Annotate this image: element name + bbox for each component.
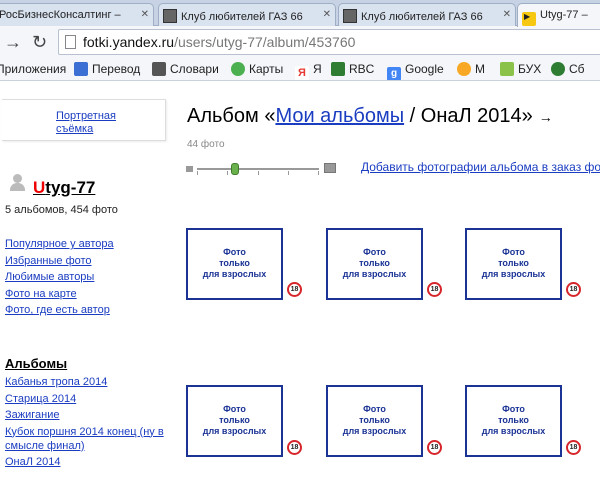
adult-content-text: Фото только для взрослых [342,247,407,279]
photo-thumbnail[interactable]: Фото только для взрослых [326,228,423,300]
link-favorites[interactable]: Избранные фото [5,253,114,270]
tab-gaz66-2[interactable]: Клуб любителей ГАЗ 66 ✕ [338,3,516,26]
tab-title: Utyg-77 – [540,9,588,21]
tab-strip: РосБизнесКонсалтинг – ✕ Клуб любителей Г… [0,0,600,27]
bookmark-maps[interactable]: Карты [231,62,283,76]
url-text: fotki.yandex.ru/users/utyg-77/album/4537… [83,34,356,50]
bookmark-dictionaries[interactable]: Словари [152,62,219,76]
age-18-badge: 18 [287,440,302,455]
albums-heading-link[interactable]: Альбомы [5,356,67,371]
album-link[interactable]: Старица 2014 [5,392,175,406]
album-link[interactable]: Зажигание [5,408,175,422]
large-image-icon [324,163,336,173]
tab-gaz66-1[interactable]: Клуб любителей ГАЗ 66 ✕ [158,3,336,26]
promo-banner: Портретная съёмка [2,99,166,141]
bookmark-buh[interactable]: БУХ [500,62,541,76]
tab-title: Клуб любителей ГАЗ 66 [361,11,483,23]
browser-toolbar: → ↻ fotki.yandex.ru/users/utyg-77/album/… [0,26,600,58]
album-link[interactable]: Кабанья тропа 2014 [5,375,175,389]
page-icon [65,35,76,49]
age-18-badge: 18 [427,440,442,455]
photo-thumbnail[interactable]: Фото только для взрослых [186,385,283,457]
translate-icon [74,62,88,76]
page-content: Портретная съёмка Utyg-77 5 альбомов, 45… [0,82,600,484]
photo-thumbnail[interactable]: Фото только для взрослых [465,228,562,300]
album-list: Кабанья тропа 2014 Старица 2014 Зажигани… [5,375,175,472]
sber-icon [551,62,565,76]
album-link[interactable]: Кубок поршня 2014 конец (ну в смысле фин… [5,425,175,453]
age-18-badge: 18 [566,282,581,297]
my-albums-link[interactable]: Мои альбомы [275,105,404,127]
back-icon[interactable]: → [4,32,22,52]
yandex-icon: Я [295,66,309,80]
photo-count: 44 фото [187,139,225,150]
rbc-icon [331,62,345,76]
thumbnail-size-slider[interactable] [186,160,336,178]
photo-thumbnail[interactable]: Фото только для взрослых [326,385,423,457]
age-18-badge: 18 [427,282,442,297]
tab-title: Клуб любителей ГАЗ 66 [181,11,303,23]
link-photos-on-map[interactable]: Фото на карте [5,286,114,303]
adult-content-text: Фото только для взрослых [481,404,546,436]
next-arrow-icon[interactable]: → [539,109,553,125]
address-bar[interactable]: fotki.yandex.ru/users/utyg-77/album/4537… [58,29,600,55]
author-links: Популярное у автора Избранные фото Любим… [5,236,114,319]
tab-title: РосБизнесКонсалтинг – [0,9,121,21]
add-photos-to-order-link[interactable]: Добавить фотографии альбома в заказ фото [361,160,600,174]
age-18-badge: 18 [287,282,302,297]
user-icon [10,174,25,192]
bookmark-sber[interactable]: Сб [551,62,585,76]
adult-content-text: Фото только для взрослых [202,404,267,436]
bookmark-rbc[interactable]: RBC [331,62,374,76]
bookmark-translate[interactable]: Перевод [74,62,140,76]
bookmarks-bar: Приложения Перевод Словари Карты ЯЯ RBC … [0,58,600,81]
forum-icon [163,9,177,23]
adult-content-text: Фото только для взрослых [342,404,407,436]
buh-icon [500,62,514,76]
google-icon: g [387,67,401,80]
bookmark-apps[interactable]: Приложения [0,62,66,76]
small-image-icon [186,166,193,172]
link-photos-with-author[interactable]: Фото, где есть автор [5,302,114,319]
dictionary-icon [152,62,166,76]
link-favorite-authors[interactable]: Любимые авторы [5,269,114,286]
photo-thumbnail[interactable]: Фото только для взрослых [186,228,283,300]
album-link[interactable]: ОнаЛ 2014 [5,455,175,469]
age-18-badge: 18 [566,440,581,455]
adult-content-text: Фото только для взрослых [481,247,546,279]
reload-icon[interactable]: ↻ [32,32,47,52]
yandex-fotki-icon [522,12,536,26]
slider-track[interactable] [197,168,319,170]
tab-rbc[interactable]: РосБизнесКонсалтинг – ✕ [0,3,154,26]
promo-link[interactable]: Портретная съёмка [56,110,146,136]
close-icon[interactable]: ✕ [323,9,331,20]
close-icon[interactable]: ✕ [141,9,149,20]
close-icon[interactable]: ✕ [503,9,511,20]
bookmark-yandex[interactable]: ЯЯ [295,62,322,80]
forum-icon [343,9,357,23]
album-title: Альбом «Мои альбомы / ОнаЛ 2014» → [187,105,553,127]
bookmark-google[interactable]: g Google [387,62,444,80]
user-name-link[interactable]: Utyg-77 [33,178,95,198]
bookmark-mail[interactable]: M [457,62,485,76]
tab-utyg77[interactable]: Utyg-77 – [517,3,600,27]
photo-thumbnail[interactable]: Фото только для взрослых [465,385,562,457]
mail-icon [457,62,471,76]
user-stats: 5 альбомов, 454 фото [5,204,118,216]
maps-icon [231,62,245,76]
link-popular[interactable]: Популярное у автора [5,236,114,253]
slider-handle[interactable] [231,163,239,175]
adult-content-text: Фото только для взрослых [202,247,267,279]
